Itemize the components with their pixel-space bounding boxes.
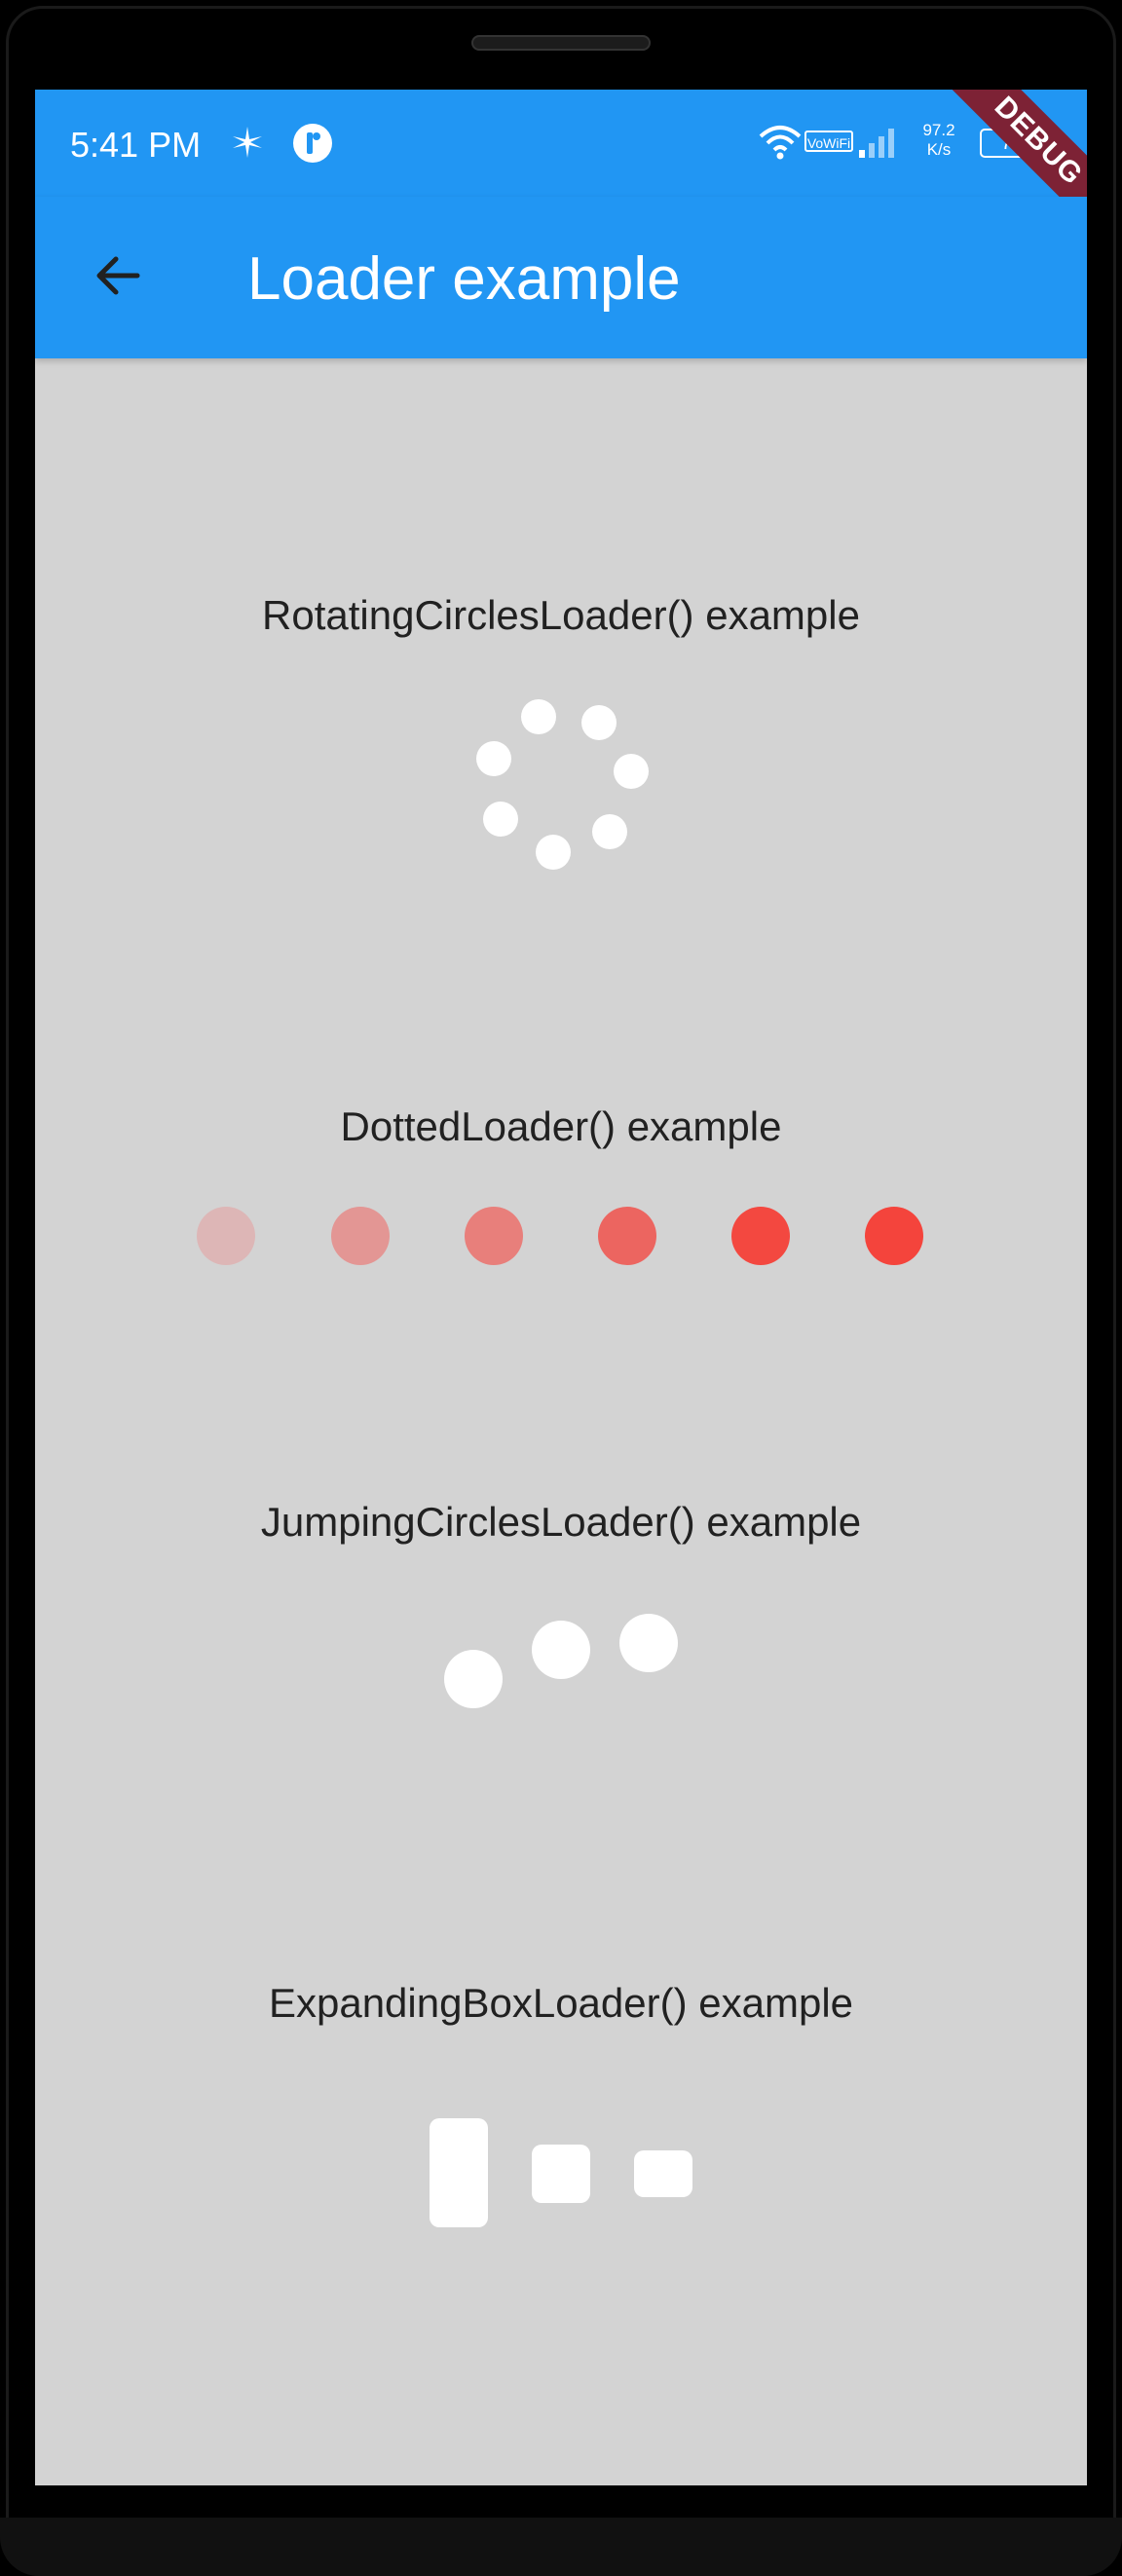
rotating-circle-dot: [536, 835, 571, 870]
phone-speaker: [471, 35, 651, 51]
phone-bottom-bezel: [0, 2518, 1122, 2576]
rotating-circle-dot: [476, 741, 511, 776]
signal-icon: [857, 125, 900, 163]
expanding-box: [430, 2118, 488, 2227]
sparkle-icon: [230, 125, 265, 165]
network-speed-unit: K/s: [926, 140, 952, 159]
arrow-back-icon: [93, 250, 143, 306]
status-bar: 5:41 PM VoWiFi 97.2 K/s DEBUG: [35, 90, 1087, 248]
app-notification-icon: [292, 123, 333, 168]
jumping-circle-dot: [444, 1650, 503, 1708]
back-button[interactable]: [80, 240, 156, 316]
dotted-loader-dot: [197, 1207, 255, 1265]
rotating-circle-dot: [483, 802, 518, 837]
dotted-loader-label: DottedLoader() example: [340, 1103, 782, 1149]
expanding-box: [634, 2150, 692, 2197]
dotted-loader-dot: [731, 1207, 790, 1265]
rotating-circle-dot: [521, 699, 556, 734]
expanding-box-label: ExpandingBoxLoader() example: [268, 1980, 854, 2026]
expanding-box-loader: [35, 90, 1087, 2227]
dotted-loader-dot: [865, 1207, 923, 1265]
rotating-circle-dot: [614, 754, 649, 789]
status-time: 5:41 PM: [70, 125, 202, 165]
network-speed-value: 97.2: [922, 121, 955, 139]
dotted-loader-dot: [465, 1207, 523, 1265]
rotating-circle-dot: [581, 705, 617, 740]
wifi-icon: [758, 123, 803, 167]
app-bar: Loader example: [35, 197, 1087, 358]
vowifi-icon: VoWiFi: [804, 131, 853, 152]
expanding-box: [532, 2145, 590, 2203]
dotted-loader-dot: [331, 1207, 390, 1265]
page-title: Loader example: [247, 245, 681, 313]
rotating-circle-dot: [592, 814, 627, 849]
app-screen: 5:41 PM VoWiFi 97.2 K/s DEBUG Loader exa…: [35, 90, 1087, 2485]
jumping-circles-label: JumpingCirclesLoader() example: [260, 1499, 862, 1545]
network-speed: 97.2 K/s: [912, 121, 966, 160]
jumping-circle-dot: [619, 1614, 678, 1672]
rotating-circles-label: RotatingCirclesLoader() example: [262, 592, 860, 638]
phone-frame: 5:41 PM VoWiFi 97.2 K/s DEBUG Loader exa…: [0, 0, 1122, 2576]
jumping-circle-dot: [532, 1621, 590, 1679]
dotted-loader-dot: [598, 1207, 656, 1265]
